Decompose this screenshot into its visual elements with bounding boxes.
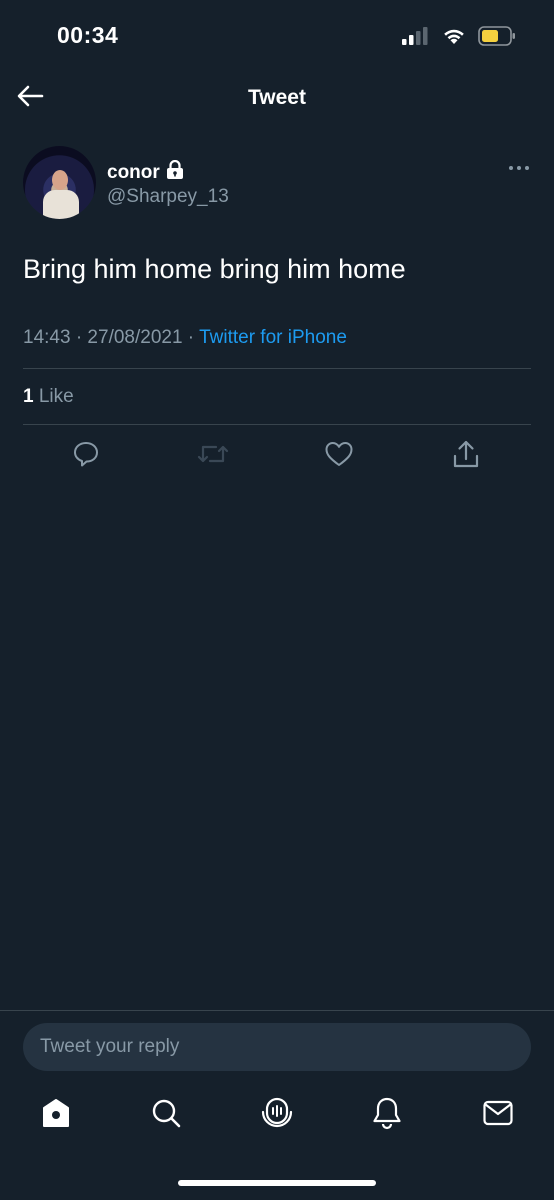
tab-messages[interactable]	[478, 1095, 518, 1135]
retweet-button[interactable]	[195, 438, 231, 474]
tweet-timestamp: 14:43 · 27/08/2021 ·	[23, 327, 200, 348]
display-name[interactable]: conor	[107, 162, 160, 184]
share-icon	[452, 439, 480, 474]
home-icon	[40, 1097, 72, 1134]
avatar[interactable]	[23, 146, 96, 219]
page-title: Tweet	[248, 86, 306, 109]
share-button[interactable]	[448, 438, 484, 474]
status-bar: 00:34	[0, 0, 554, 72]
nav-bar: Tweet	[0, 72, 554, 126]
like-count-label: Like	[33, 386, 74, 407]
heart-icon	[324, 440, 354, 473]
tab-search[interactable]	[146, 1095, 186, 1135]
tweet-actions	[23, 438, 531, 478]
tweet-meta: 14:43 · 27/08/2021 · Twitter for iPhone	[23, 327, 347, 349]
signal-icon	[402, 27, 430, 50]
wifi-icon	[442, 27, 466, 50]
name-row: conor	[107, 159, 184, 185]
tweet-source-link[interactable]: Twitter for iPhone	[199, 327, 347, 348]
tab-bar	[0, 1085, 554, 1149]
reply-input[interactable]	[23, 1023, 531, 1071]
lock-icon	[166, 159, 184, 185]
battery-icon	[478, 26, 516, 51]
tab-notifications[interactable]	[367, 1095, 407, 1135]
messages-icon	[482, 1099, 514, 1132]
likes-count[interactable]: 1 Like	[23, 386, 74, 408]
like-button[interactable]	[321, 438, 357, 474]
divider	[23, 424, 531, 425]
status-time: 00:34	[57, 22, 119, 48]
reply-button[interactable]	[68, 438, 104, 474]
comment-icon	[72, 440, 100, 473]
more-icon[interactable]	[509, 166, 529, 170]
tweet-text: Bring him home bring him home	[23, 254, 406, 284]
retweet-icon	[197, 441, 229, 472]
like-count-number: 1	[23, 386, 34, 407]
notifications-icon	[371, 1096, 403, 1135]
tab-spaces[interactable]	[257, 1095, 297, 1135]
search-icon	[150, 1097, 182, 1134]
home-indicator[interactable]	[178, 1180, 376, 1186]
divider	[23, 368, 531, 369]
spaces-icon	[260, 1096, 294, 1135]
status-icons	[402, 26, 516, 51]
tab-home[interactable]	[36, 1095, 76, 1135]
user-handle[interactable]: @Sharpey_13	[107, 186, 229, 208]
